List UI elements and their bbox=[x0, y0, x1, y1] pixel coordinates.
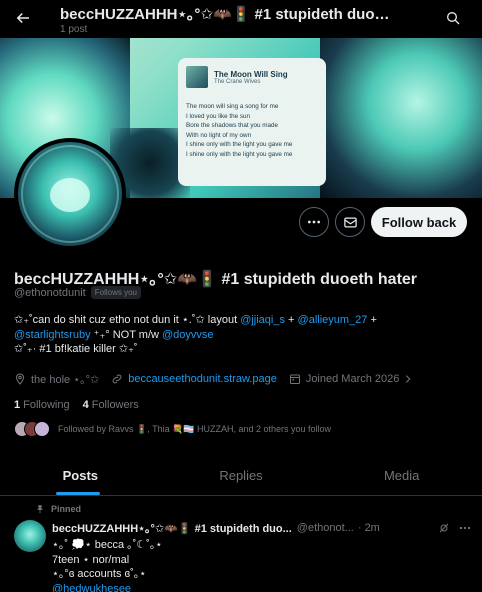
location-text: the hole ⋆｡°✩ bbox=[31, 374, 100, 386]
handle-row: @ethonotdunit Follows you bbox=[14, 286, 141, 299]
back-arrow-icon[interactable] bbox=[10, 6, 36, 30]
lyric-line: I shine only with the light you gave me bbox=[186, 150, 293, 158]
pinned-label: Pinned bbox=[35, 504, 81, 514]
album-art bbox=[186, 66, 208, 88]
follows-you-badge: Follows you bbox=[90, 286, 141, 299]
follow-back-button[interactable]: Follow back bbox=[371, 207, 467, 237]
pinned-text: Pinned bbox=[51, 504, 82, 514]
lyric-line: I shine only with the light you gave me bbox=[186, 141, 293, 148]
followed-by-row[interactable]: Followed by Ravvs 🚦, Thia 💐🏳️‍⚧️ HUZZAH,… bbox=[14, 421, 331, 437]
bio-text: + bbox=[367, 314, 377, 326]
profile-handle: @ethonotdunit bbox=[14, 286, 86, 299]
tab-media[interactable]: Media bbox=[321, 456, 482, 495]
bio-text: + bbox=[284, 314, 298, 326]
website-link[interactable]: beccauseethodunit.straw.page bbox=[128, 373, 277, 385]
link-icon bbox=[111, 373, 123, 385]
lyric-line: Bore the shadows that you made bbox=[186, 122, 279, 129]
followed-by-text: Followed by Ravvs 🚦, Thia 💐🏳️‍⚧️ HUZZAH,… bbox=[58, 423, 332, 434]
song-artist: The Crane Wives bbox=[214, 78, 261, 85]
following-link[interactable]: 1 Following bbox=[14, 399, 70, 411]
post-header: beccHUZZAHHH⋆｡°✩🦇🚦 #1 stupideth duo... @… bbox=[52, 520, 472, 536]
location: the hole ⋆｡°✩ bbox=[14, 371, 99, 387]
profile-bio: ✩₊˚can do shit cuz etho not dun it ⋆.˚✩ … bbox=[14, 313, 464, 357]
post-author-name[interactable]: beccHUZZAHHH⋆｡°✩🦇🚦 #1 stupideth duo... bbox=[52, 520, 292, 536]
profile-meta: the hole ⋆｡°✩ beccauseethodunit.straw.pa… bbox=[14, 371, 474, 387]
lyrics: The moon will sing a song for me I loved… bbox=[186, 102, 318, 159]
calendar-icon bbox=[289, 373, 301, 385]
joined-text: Joined March 2026 bbox=[305, 373, 400, 385]
website[interactable]: beccauseethodunit.straw.page bbox=[111, 373, 277, 385]
following-count: 1 bbox=[14, 399, 21, 411]
pin-icon bbox=[35, 504, 45, 514]
location-icon bbox=[14, 373, 26, 385]
banner-art-right bbox=[320, 38, 482, 198]
more-icon bbox=[306, 214, 322, 230]
followers-link[interactable]: 4 Followers bbox=[83, 399, 139, 411]
bio-mention[interactable]: @starlightsruby bbox=[14, 329, 91, 341]
bio-mention[interactable]: @jjiaqi_s bbox=[240, 314, 285, 326]
song-title: The Moon Will Sing bbox=[214, 69, 288, 79]
profile-tabs: Posts Replies Media bbox=[0, 456, 482, 496]
bio-mention[interactable]: @doyvvse bbox=[162, 329, 214, 341]
bio-text: ✩˚₊· #1 bf!katie killer ✩₊˚ bbox=[14, 343, 138, 355]
profile-avatar[interactable] bbox=[14, 138, 126, 250]
more-icon[interactable] bbox=[458, 521, 472, 535]
song-card: The Moon Will Sing The Crane Wives The m… bbox=[178, 58, 326, 186]
tab-replies[interactable]: Replies bbox=[161, 456, 322, 495]
follower-avatar bbox=[34, 421, 50, 437]
more-button[interactable] bbox=[299, 207, 329, 237]
follow-stats: 1 Following 4 Followers bbox=[14, 399, 152, 411]
search-icon[interactable] bbox=[442, 7, 464, 29]
following-label: Following bbox=[23, 399, 70, 411]
post-author-handle[interactable]: @ethonot... bbox=[297, 522, 354, 534]
lyric-line: The moon will sing a song for me bbox=[186, 103, 279, 110]
message-icon bbox=[343, 215, 358, 230]
chevron-right-icon bbox=[403, 374, 413, 384]
lyric-line: I loved you like the sun bbox=[186, 112, 251, 120]
lyric-line: With no light of my own bbox=[186, 131, 252, 139]
header-title: beccHUZZAHHH⋆｡°✩🦇🚦 #1 stupideth duo… bbox=[60, 6, 390, 23]
post-mention[interactable]: @hedwukhesee bbox=[52, 582, 472, 592]
followers-count: 4 bbox=[82, 399, 89, 411]
post-line: ⋆｡˚ 💭⋆ becca ｡˚☾˚｡⋆ bbox=[52, 539, 163, 551]
post-count: 1 post bbox=[60, 24, 88, 35]
post-line: ⋆｡°ɞ accounts ɞ˚｡⋆ bbox=[52, 568, 147, 580]
post-avatar[interactable] bbox=[14, 520, 46, 552]
post-actions bbox=[430, 521, 472, 535]
tab-posts[interactable]: Posts bbox=[0, 456, 161, 495]
post-body: ⋆｡˚ 💭⋆ becca ｡˚☾˚｡⋆ 7teen ⋆ nor/mal ⋆｡°ɞ… bbox=[52, 538, 472, 592]
avatar-art bbox=[50, 178, 90, 212]
bio-mention[interactable]: @allieyum_27 bbox=[298, 314, 368, 326]
top-bar: beccHUZZAHHH⋆｡°✩🦇🚦 #1 stupideth duo… 1 p… bbox=[0, 0, 482, 38]
grok-icon[interactable] bbox=[438, 522, 450, 534]
post-line: 7teen ⋆ nor/mal bbox=[52, 553, 130, 566]
message-button[interactable] bbox=[335, 207, 365, 237]
joined-date[interactable]: Joined March 2026 bbox=[289, 373, 414, 385]
followers-label: Followers bbox=[91, 399, 139, 411]
bio-text: ✩₊˚can do shit cuz etho not dun it ⋆.˚✩ … bbox=[14, 314, 241, 326]
post-time[interactable]: · 2m bbox=[358, 522, 380, 534]
bio-text: ⁺₊° NOT m/w bbox=[90, 328, 163, 341]
